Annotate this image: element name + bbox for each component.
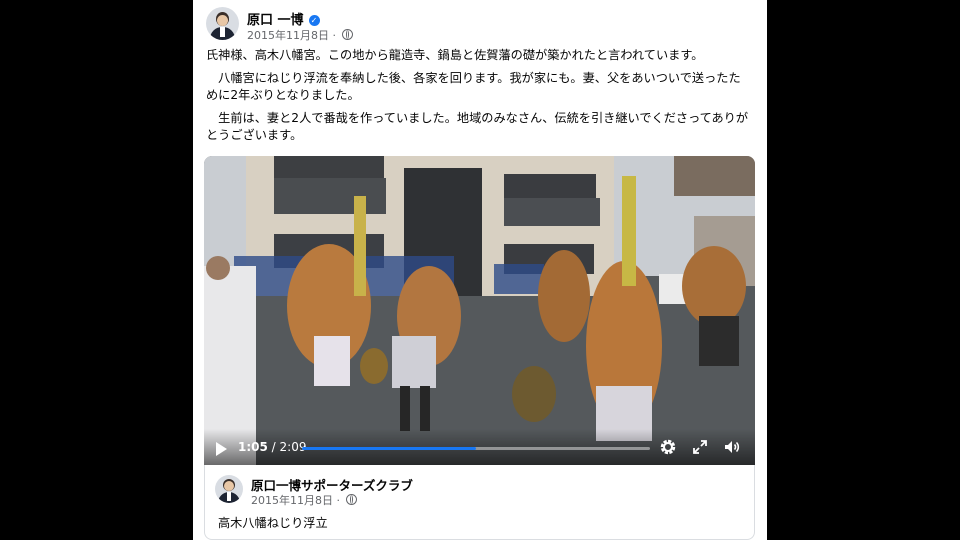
post-date[interactable]: 2015年11月8日: [247, 29, 329, 42]
author-name[interactable]: 原口 一博: [247, 13, 304, 28]
video-progress-bar[interactable]: [302, 447, 650, 450]
facebook-post: 原口 一博 ✓ 2015年11月8日 · 氏神様、高木八幡宮。この地から龍造寺、鍋…: [193, 0, 767, 540]
video-frame: [204, 156, 755, 465]
shared-post-date[interactable]: 2015年11月8日: [251, 494, 333, 507]
author-name-row: 原口 一博 ✓: [247, 9, 320, 28]
shared-post-card[interactable]: 原口一博サポーターズクラブ 2015年11月8日 · 高木八幡ねじり浮立: [204, 465, 755, 540]
verified-badge-icon: ✓: [308, 15, 320, 26]
globe-icon: [341, 29, 353, 40]
video-progress-fill: [302, 447, 476, 450]
post-paragraph: 氏神様、高木八幡宮。この地から龍造寺、鍋島と佐賀藩の礎が築かれたと言われています…: [206, 48, 704, 62]
shared-post-meta: 2015年11月8日 ·: [251, 492, 357, 508]
gear-icon[interactable]: [659, 438, 677, 456]
video-controls: 1:05 / 2:09: [204, 429, 755, 465]
post-header: 原口 一博 ✓ 2015年11月8日 ·: [206, 7, 746, 43]
volume-icon[interactable]: [723, 438, 741, 456]
video-player[interactable]: 1:05 / 2:09: [204, 156, 755, 465]
play-icon[interactable]: [216, 442, 227, 456]
globe-icon: [345, 494, 357, 505]
fullscreen-icon[interactable]: [691, 438, 709, 456]
post-meta: 2015年11月8日 ·: [247, 27, 353, 43]
post-body: 氏神様、高木八幡宮。この地から龍造寺、鍋島と佐賀藩の礎が築かれたと言われています…: [206, 47, 751, 150]
author-avatar[interactable]: [206, 7, 239, 40]
shared-caption: 高木八幡ねじり浮立: [218, 516, 328, 530]
post-paragraph: 生前は、妻と2人で番哉を作っていました。地域のみなさん、伝統を引き継いでくださっ…: [206, 111, 749, 142]
page-avatar[interactable]: [215, 475, 243, 503]
post-paragraph: 八幡宮にねじり浮流を奉納した後、各家を回ります。我が家にも。妻、父をあいついで送…: [206, 71, 741, 102]
video-time: 1:05 / 2:09: [238, 440, 307, 454]
